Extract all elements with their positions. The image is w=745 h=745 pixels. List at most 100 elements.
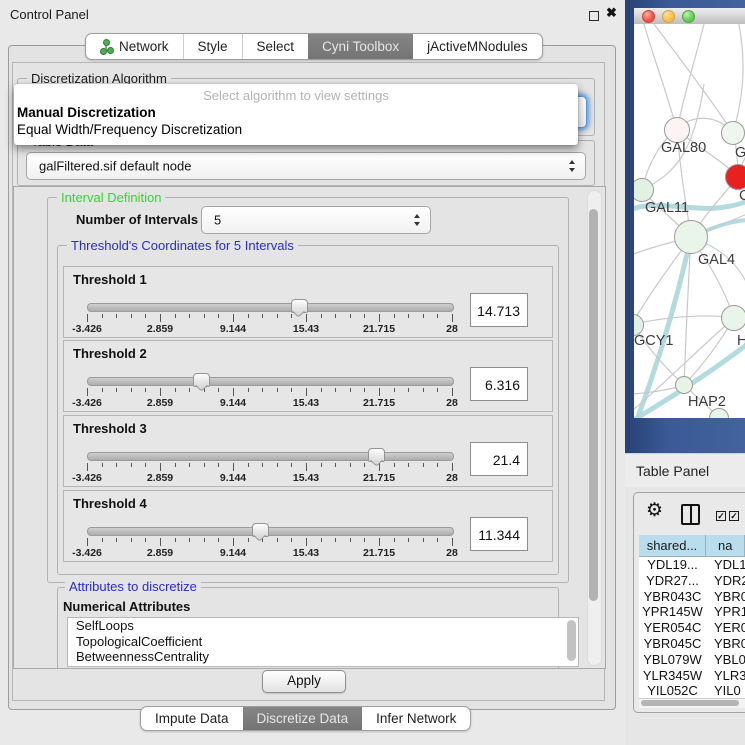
threshold-2-value-field[interactable]: 6.316	[470, 367, 528, 401]
settings-scroll-pane: Interval Definition Number of Intervals …	[13, 186, 606, 669]
node-label: H	[737, 333, 745, 349]
network-window-titlebar[interactable]	[634, 8, 745, 25]
dropdown-placeholder: Select algorithm to view settings	[14, 88, 578, 103]
threshold-2-panel: Threshold 2 -3.4262.8599.14415.4321.7152…	[63, 340, 553, 412]
tab-select[interactable]: Select	[242, 34, 309, 59]
table-header-row: shared... na	[639, 535, 745, 557]
num-intervals-label: Number of Intervals	[76, 212, 198, 227]
combo-stepper-icon	[413, 214, 421, 226]
slider-ticks	[87, 388, 452, 397]
threshold-1-label: Threshold 1	[73, 272, 147, 287]
list-item[interactable]: TopologicalCoefficient	[68, 634, 578, 650]
interval-definition-label: Interval Definition	[57, 190, 165, 205]
scrollbar-thumb[interactable]	[589, 209, 598, 601]
numerical-attributes-list[interactable]: SelfLoops TopologicalCoefficient Between…	[67, 617, 579, 667]
threshold-1-value-field[interactable]: 14.713	[470, 293, 528, 327]
thresholds-group-label: Threshold's Coordinates for 5 Intervals	[67, 238, 298, 253]
window-title: Control Panel	[10, 7, 89, 22]
close-traffic-light-icon[interactable]	[642, 10, 655, 23]
close-icon[interactable]: ✖	[606, 5, 617, 21]
threshold-3-slider[interactable]	[87, 452, 454, 461]
node-attribute-table[interactable]: shared... na YDL19...YDL1 YDR27...YDR2 Y…	[639, 535, 745, 698]
node-selected-red[interactable]	[725, 164, 745, 190]
slider-thumb[interactable]	[193, 373, 210, 387]
column-header-shared-name[interactable]: shared...	[639, 535, 706, 557]
threshold-4-slider[interactable]	[87, 527, 454, 536]
table-row[interactable]: YBL079WYBL0	[639, 652, 745, 668]
slider-thumb[interactable]	[368, 448, 385, 462]
table-horizontal-scrollbar[interactable]	[639, 698, 745, 708]
node-h[interactable]	[721, 305, 745, 331]
node-gal4[interactable]	[674, 220, 708, 254]
table-row[interactable]: YBR045CYBR0	[639, 636, 745, 652]
network-icon	[100, 39, 113, 54]
threshold-2-label: Threshold 2	[73, 346, 147, 361]
node-label: HAP2	[688, 394, 726, 410]
tab-impute-data[interactable]: Impute Data	[141, 707, 243, 730]
threshold-1-slider[interactable]	[87, 303, 454, 312]
slider-thumb[interactable]	[291, 299, 308, 313]
node-unlabeled[interactable]	[721, 121, 745, 145]
node-label: GA	[735, 145, 745, 161]
cyni-mode-tabs: Impute Data Discretize Data Infer Networ…	[140, 706, 471, 731]
table-row[interactable]: YIL052CYIL0	[639, 683, 745, 698]
network-view-canvas[interactable]: GAL80 GA GAL11 C GAL4 GCY1 H HAP2	[634, 24, 745, 418]
slider-ticks	[87, 463, 452, 472]
threshold-4-label: Threshold 4	[73, 496, 147, 511]
table-row[interactable]: YLR345WYLR3	[639, 668, 745, 684]
slider-ticks	[87, 314, 452, 323]
node-label: GAL11	[645, 200, 689, 216]
table-row[interactable]: YDL19...YDL1	[639, 557, 745, 573]
table-panel-header: Table Panel	[625, 453, 745, 488]
table-panel-title: Table Panel	[636, 463, 709, 479]
list-item[interactable]: BetweennessCentrality	[68, 649, 578, 665]
node-label: GAL4	[698, 252, 735, 268]
gear-icon[interactable]: ⚙	[646, 499, 663, 522]
scrollbar-thumb[interactable]	[641, 700, 739, 706]
screen: Control Panel ✖ Network Style Select Cyn…	[0, 0, 745, 745]
node-label: GAL80	[661, 140, 706, 156]
table-row[interactable]: YBR043CYBR0	[639, 589, 745, 605]
threshold-2-slider[interactable]	[87, 377, 454, 386]
table-row[interactable]: YER054CYER0	[639, 620, 745, 636]
threshold-1-panel: Threshold 1 -3.4262.8599.14415.4321.7152…	[63, 266, 553, 338]
dropdown-option-manual[interactable]: Manual Discretization	[17, 105, 156, 120]
apply-button[interactable]: Apply	[262, 670, 346, 693]
attributes-group-label: Attributes to discretize	[65, 579, 201, 594]
minimize-traffic-light-icon[interactable]	[662, 10, 675, 23]
threshold-3-label: Threshold 3	[73, 421, 147, 436]
column-header-name[interactable]: na	[706, 535, 745, 557]
table-data-combobox[interactable]: galFiltered.sif default node	[26, 152, 586, 180]
tab-discretize-data[interactable]: Discretize Data	[243, 707, 363, 730]
settings-scrollbar[interactable]	[587, 190, 602, 666]
threshold-3-value-field[interactable]: 21.4	[470, 442, 528, 476]
threshold-4-value-field[interactable]: 11.344	[470, 517, 528, 551]
float-window-icon[interactable]	[589, 11, 599, 21]
dropdown-option-equal-width[interactable]: Equal Width/Frequency Discretization	[17, 122, 242, 137]
slider-ticks	[87, 538, 452, 547]
threshold-3-panel: Threshold 3 -3.4262.8599.14415.4321.7152…	[63, 415, 553, 487]
tab-jactivemnodules[interactable]: jActiveMNodules	[413, 34, 542, 59]
column-layout-icon[interactable]	[681, 504, 700, 525]
combo-stepper-icon	[568, 160, 576, 172]
list-item[interactable]: SelfLoops	[68, 618, 578, 634]
tab-infer-network[interactable]: Infer Network	[362, 707, 470, 730]
tab-style[interactable]: Style	[183, 34, 242, 59]
list-scrollbar[interactable]	[567, 620, 576, 661]
tab-cyni-toolbox[interactable]: Cyni Toolbox	[308, 34, 413, 59]
checkbox-icon[interactable]: ✓	[729, 511, 739, 521]
numerical-attributes-label: Numerical Attributes	[63, 599, 190, 614]
threshold-4-panel: Threshold 4 -3.4262.8599.14415.4321.7152…	[63, 490, 553, 562]
node-label: GCY1	[634, 333, 674, 349]
slider-thumb[interactable]	[252, 523, 269, 537]
table-row[interactable]: YDR27...YDR2	[639, 573, 745, 589]
tab-network[interactable]: Network	[86, 34, 183, 59]
node-label: C	[739, 188, 745, 204]
checkbox-icon[interactable]: ✓	[716, 511, 726, 521]
zoom-traffic-light-icon[interactable]	[682, 10, 695, 23]
control-panel-tabs: Network Style Select Cyni Toolbox jActiv…	[85, 33, 543, 60]
algorithm-dropdown-popup: Select algorithm to view settings Manual…	[14, 84, 578, 145]
num-intervals-combobox[interactable]: 5	[201, 206, 431, 234]
node-hap2[interactable]	[675, 376, 693, 394]
table-row[interactable]: YPR145WYPR1	[639, 604, 745, 620]
